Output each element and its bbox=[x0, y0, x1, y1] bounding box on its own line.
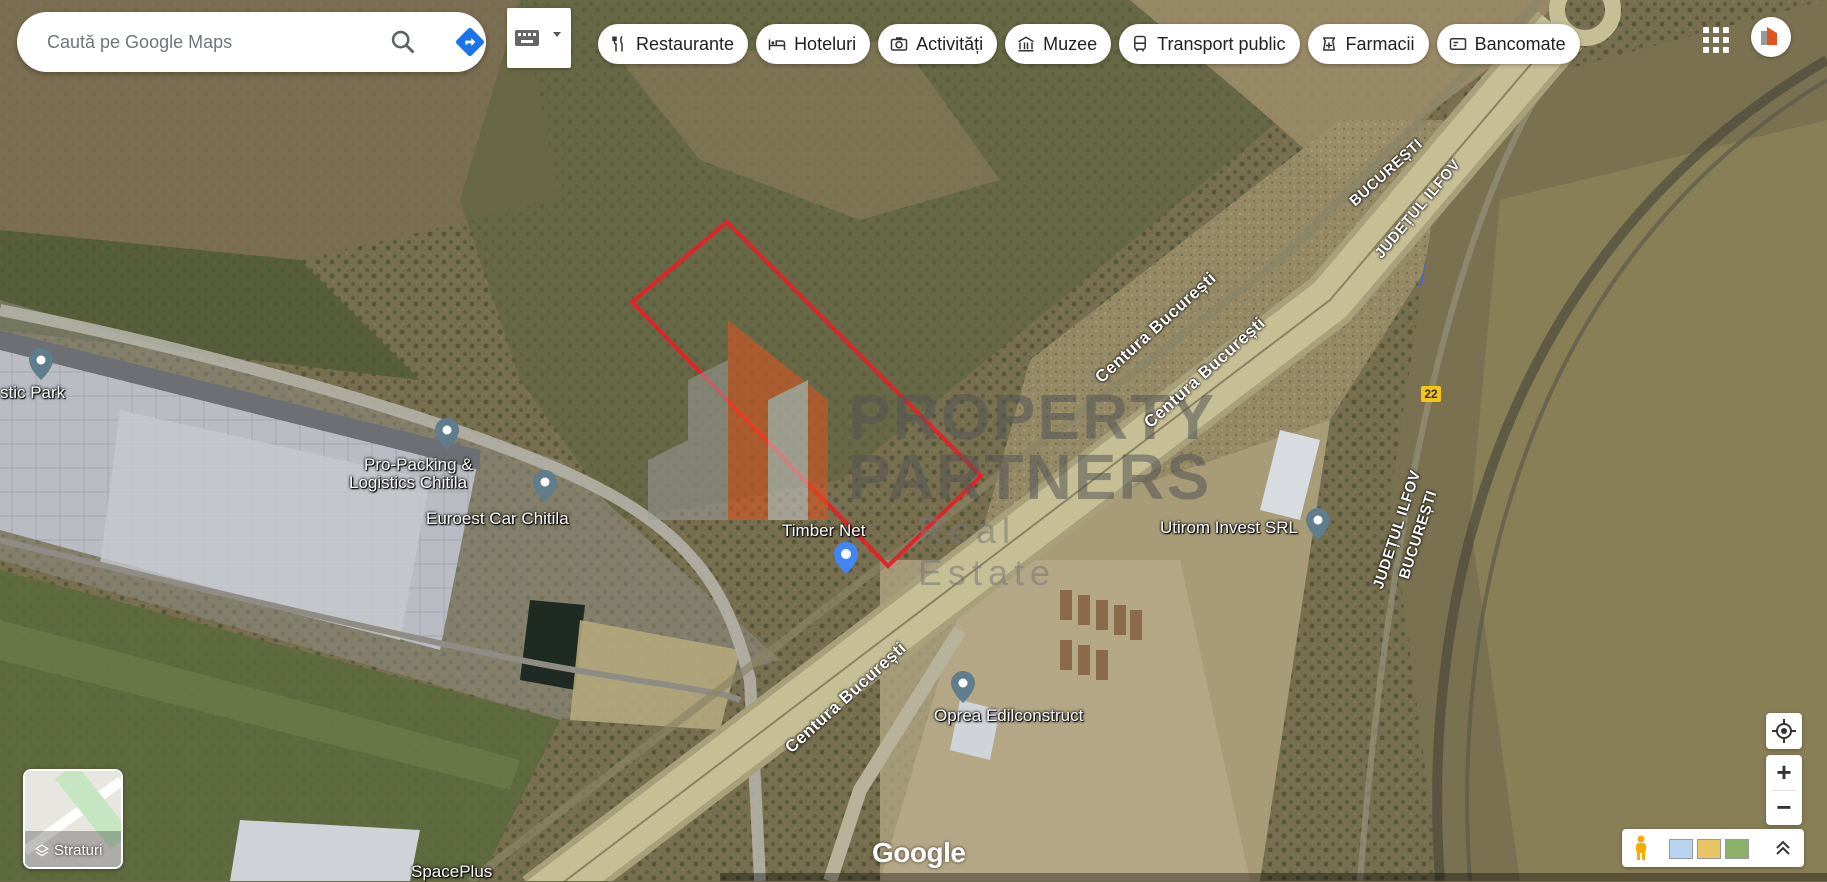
watermark-line-2: PARTNERS bbox=[848, 441, 1212, 513]
layers-icon bbox=[35, 843, 49, 856]
attribution-bar bbox=[720, 873, 1827, 881]
layers-text: Straturi bbox=[54, 842, 103, 859]
chip-transit[interactable]: Transport public bbox=[1119, 24, 1300, 64]
place-label-timber-net[interactable]: Timber Net bbox=[782, 521, 865, 541]
chevron-down-icon[interactable] bbox=[553, 32, 561, 37]
layers-label: Straturi bbox=[35, 842, 102, 859]
zoom-control: + − bbox=[1766, 755, 1802, 825]
place-pin-icon[interactable] bbox=[533, 470, 557, 502]
bed-icon bbox=[768, 39, 786, 50]
watermark-logo-icon bbox=[648, 320, 828, 520]
chip-pharmacies[interactable]: Farmacii bbox=[1307, 24, 1429, 64]
bus-icon bbox=[1134, 35, 1147, 52]
place-pin-icon[interactable] bbox=[951, 671, 975, 703]
biking-layer-thumb-icon[interactable] bbox=[1725, 839, 1749, 859]
place-pin-icon[interactable] bbox=[1306, 508, 1330, 540]
pegman-icon[interactable] bbox=[1632, 835, 1650, 861]
chip-label: Restaurante bbox=[636, 33, 735, 54]
transit-layer-thumb-icon[interactable] bbox=[1669, 839, 1693, 859]
place-label-pro-packing-2[interactable]: Logistics Chitila bbox=[349, 473, 467, 493]
search-box[interactable]: Caută pe Google Maps bbox=[17, 12, 486, 72]
account-avatar[interactable] bbox=[1751, 17, 1791, 57]
search-icon[interactable] bbox=[389, 28, 417, 56]
terrain-layer-thumb-icon[interactable] bbox=[1697, 839, 1721, 859]
chip-hotels[interactable]: Hoteluri bbox=[756, 24, 871, 64]
google-logo: Google bbox=[872, 837, 966, 868]
shopping-pin-icon[interactable] bbox=[834, 542, 858, 574]
place-label-utirom[interactable]: Utirom Invest SRL bbox=[1160, 518, 1298, 538]
map-bottom-toolbar bbox=[1622, 829, 1804, 867]
fork-knife-icon bbox=[612, 35, 623, 52]
place-label-logistic-park[interactable]: stic Park bbox=[0, 383, 65, 403]
keyboard-icon[interactable] bbox=[515, 30, 539, 46]
chip-label: Farmacii bbox=[1345, 33, 1415, 54]
chip-label: Hoteluri bbox=[794, 33, 857, 54]
my-location-button[interactable] bbox=[1766, 713, 1802, 749]
place-label-oprea[interactable]: Oprea Edilconstruct bbox=[934, 706, 1083, 726]
avatar-logo-icon bbox=[1761, 27, 1777, 45]
crosshair-icon bbox=[1772, 719, 1796, 743]
chip-label: Muzee bbox=[1043, 33, 1098, 54]
chip-label: Bancomate bbox=[1474, 33, 1566, 54]
place-label-pro-packing-1[interactable]: Pro-Packing & bbox=[364, 455, 473, 475]
atm-icon bbox=[1449, 38, 1466, 50]
zoom-out-button[interactable]: − bbox=[1766, 790, 1802, 825]
chip-label: Transport public bbox=[1157, 33, 1286, 54]
place-pin-icon[interactable] bbox=[29, 348, 53, 380]
chip-atms[interactable]: Bancomate bbox=[1436, 24, 1580, 64]
search-input[interactable]: Caută pe Google Maps bbox=[47, 32, 232, 53]
camera-icon bbox=[890, 37, 908, 51]
place-label-euroest[interactable]: Euroest Car Chitila bbox=[426, 509, 569, 529]
input-tools-button[interactable] bbox=[507, 8, 571, 68]
property-partners-watermark: PROPERTY PARTNERS Real Estate bbox=[648, 320, 1214, 593]
chip-restaurants[interactable]: Restaurante bbox=[598, 24, 749, 64]
chevron-up-double-icon[interactable] bbox=[1774, 839, 1792, 857]
chip-museums[interactable]: Muzee bbox=[1005, 24, 1112, 64]
chip-activities[interactable]: Activități bbox=[878, 24, 998, 64]
route-22-shield: 22 bbox=[1421, 386, 1441, 402]
layers-button[interactable]: Straturi bbox=[23, 769, 123, 869]
category-chips: Restaurante Hoteluri Activități Muzee Tr… bbox=[598, 24, 1580, 64]
place-label-spaceplus[interactable]: SpacePlus bbox=[411, 862, 492, 882]
zoom-in-button[interactable]: + bbox=[1766, 755, 1802, 790]
directions-icon[interactable] bbox=[454, 26, 486, 58]
pharmacy-icon bbox=[1322, 37, 1335, 51]
museum-icon bbox=[1018, 36, 1035, 52]
place-pin-icon[interactable] bbox=[435, 418, 459, 450]
watermark-line-3: Real Estate bbox=[918, 510, 1057, 593]
chip-label: Activități bbox=[916, 33, 984, 54]
apps-grid-icon[interactable] bbox=[1702, 26, 1730, 54]
